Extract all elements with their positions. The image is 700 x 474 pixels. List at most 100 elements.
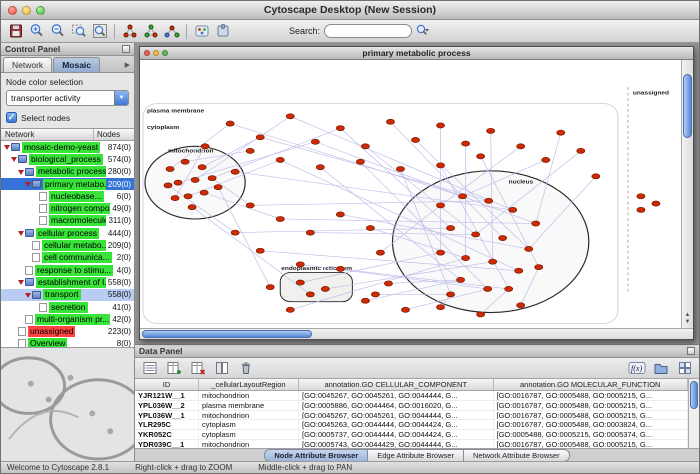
network-node[interactable] — [356, 159, 364, 164]
network-node[interactable] — [592, 174, 600, 179]
table-row[interactable]: YPL036W__2plasma membrane[GO:0005886, GO… — [135, 401, 688, 411]
network-node[interactable] — [200, 190, 208, 195]
network-node[interactable] — [535, 265, 543, 270]
tab-node-attribute-browser[interactable]: Node Attribute Browser — [264, 449, 368, 462]
table-scrollbar[interactable] — [688, 379, 699, 448]
tree-row[interactable]: cell communica...2(0) — [1, 252, 134, 264]
network-node[interactable] — [525, 246, 533, 251]
minimize-view-button[interactable] — [153, 50, 159, 56]
network-node[interactable] — [311, 139, 319, 144]
network-edge[interactable] — [192, 207, 310, 294]
expand-arrow-icon[interactable] — [18, 278, 25, 286]
expand-arrow-icon[interactable] — [18, 168, 25, 176]
close-view-button[interactable] — [144, 50, 150, 56]
create-attribute-icon[interactable] — [163, 358, 184, 378]
scrollbar-arrows[interactable]: ▲▼ — [682, 312, 693, 326]
tree-row[interactable]: transport558(0) — [1, 289, 134, 301]
network-node[interactable] — [386, 119, 394, 124]
network-canvas[interactable]: plasma membranecytoplasmmitochondrionnuc… — [140, 60, 681, 328]
tree-row[interactable]: nitrogen compo...49(0) — [1, 202, 134, 214]
column-header-molecular-function[interactable]: annotation.GO MOLECULAR_FUNCTION — [494, 379, 689, 390]
column-header-cellular-component[interactable]: annotation.GO CELLULAR_COMPONENT — [299, 379, 494, 390]
expand-arrow-icon[interactable] — [25, 291, 32, 299]
network-node[interactable] — [336, 212, 344, 217]
select-nodes-checkbox[interactable]: ✓ — [6, 112, 17, 123]
network-node[interactable] — [184, 194, 192, 199]
search-options-icon[interactable] — [412, 21, 433, 41]
network-node[interactable] — [174, 180, 182, 185]
node-color-attribute-select[interactable]: transporter activity ▼ — [6, 90, 129, 106]
network-node[interactable] — [286, 307, 294, 312]
tree-row[interactable]: biological_process574(0) — [1, 153, 134, 165]
network-node[interactable] — [517, 303, 525, 308]
network-node[interactable] — [477, 154, 485, 159]
network-node[interactable] — [296, 280, 304, 285]
network-node[interactable] — [637, 207, 645, 212]
column-header-id[interactable]: ID — [135, 379, 199, 390]
network-node[interactable] — [457, 277, 465, 282]
tree-row[interactable]: macromolecule...311(0) — [1, 215, 134, 227]
network-node[interactable] — [437, 163, 445, 168]
network-node[interactable] — [462, 256, 470, 261]
expand-arrow-icon[interactable] — [4, 143, 11, 151]
network-node[interactable] — [487, 128, 495, 133]
tree-row[interactable]: unassigned223(0) — [1, 325, 134, 337]
tree-row[interactable]: response to stimu...4(0) — [1, 264, 134, 276]
network-node[interactable] — [517, 144, 525, 149]
column-header-region[interactable]: _cellularLayoutRegion — [199, 379, 299, 390]
network-node[interactable] — [485, 198, 493, 203]
first-neighbors-icon[interactable] — [119, 21, 140, 41]
plugin-icon[interactable] — [212, 21, 233, 41]
network-node[interactable] — [296, 262, 304, 267]
network-green-icon[interactable] — [140, 21, 161, 41]
network-node[interactable] — [515, 268, 523, 273]
network-node[interactable] — [231, 169, 239, 174]
tree-row[interactable]: secretion41(0) — [1, 301, 134, 313]
horizontal-scrollbar[interactable] — [140, 328, 693, 339]
network-node[interactable] — [208, 176, 216, 181]
network-node[interactable] — [447, 292, 455, 297]
network-node[interactable] — [246, 148, 254, 153]
network-node[interactable] — [396, 166, 404, 171]
network-node[interactable] — [276, 216, 284, 221]
network-node[interactable] — [361, 298, 369, 303]
network-node[interactable] — [489, 259, 497, 264]
scrollbar-thumb[interactable] — [142, 330, 312, 338]
network-node[interactable] — [306, 230, 314, 235]
vizmapper-icon[interactable] — [191, 21, 212, 41]
network-node[interactable] — [366, 226, 374, 231]
tree-row[interactable]: cellular metabo...209(0) — [1, 239, 134, 251]
network-edge[interactable] — [260, 137, 488, 201]
network-node[interactable] — [437, 123, 445, 128]
network-node[interactable] — [214, 185, 222, 190]
tree-row[interactable]: primary metabo...209(0) — [1, 178, 134, 190]
tree-row[interactable]: cellular process444(0) — [1, 227, 134, 239]
float-panel-icon[interactable] — [687, 347, 695, 355]
table-row[interactable]: YDR039C__1mitochondrion[GO:0005743, GO:0… — [135, 440, 688, 448]
network-node[interactable] — [171, 196, 179, 201]
tab-network-attribute-browser[interactable]: Network Attribute Browser — [464, 449, 570, 462]
attribute-columns-icon[interactable] — [211, 358, 232, 378]
network-node[interactable] — [316, 165, 324, 170]
network-edge[interactable] — [218, 187, 270, 287]
network-node[interactable] — [437, 305, 445, 310]
network-node[interactable] — [542, 157, 550, 162]
table-row[interactable]: YPL036W__1mitochondrion[GO:0045267, GO:0… — [135, 411, 688, 421]
tree-header-nodes[interactable]: Nodes — [94, 130, 134, 139]
zoom-window-button[interactable] — [36, 6, 45, 15]
network-node[interactable] — [226, 121, 234, 126]
network-node[interactable] — [191, 177, 199, 182]
network-node[interactable] — [181, 159, 189, 164]
expand-arrow-icon[interactable] — [18, 229, 25, 237]
tree-row[interactable]: nucleobase...6(0) — [1, 190, 134, 202]
network-node[interactable] — [437, 250, 445, 255]
network-view-titlebar[interactable]: primary metabolic process — [140, 47, 693, 60]
search-input[interactable] — [324, 24, 412, 38]
network-node[interactable] — [164, 183, 172, 188]
network-node[interactable] — [401, 307, 409, 312]
network-node[interactable] — [509, 207, 517, 212]
network-node[interactable] — [336, 266, 344, 271]
network-node[interactable] — [472, 232, 480, 237]
tree-row[interactable]: Overview8(0) — [1, 338, 134, 347]
network-node[interactable] — [231, 230, 239, 235]
